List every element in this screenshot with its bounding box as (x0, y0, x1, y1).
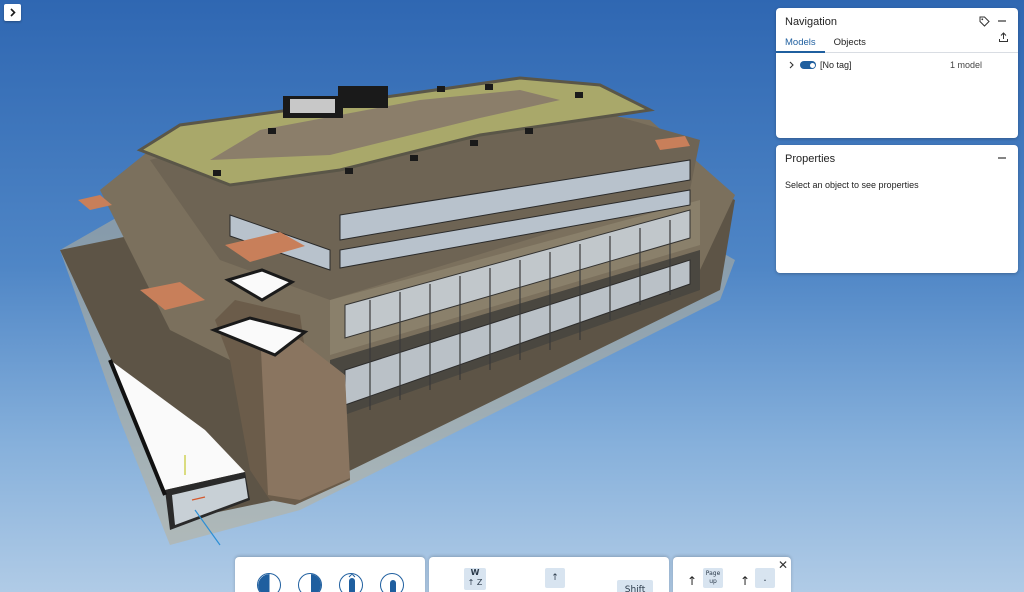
tab-models[interactable]: Models (776, 37, 825, 53)
navigation-title: Navigation (785, 15, 837, 28)
up-arrow-icon: ↑ (740, 574, 751, 588)
orbit-icon[interactable] (257, 573, 281, 592)
minimize-icon[interactable] (995, 151, 1009, 165)
tab-objects[interactable]: Objects (834, 37, 866, 52)
expand-sidebar-button[interactable] (4, 4, 21, 21)
up-arrow-icon: ↑ (687, 574, 698, 588)
properties-empty-text: Select an object to see properties (785, 180, 919, 190)
export-icon[interactable] (998, 30, 1009, 48)
key-z-arrow: ↑ (467, 578, 475, 587)
key-page-up[interactable]: Page up (703, 568, 723, 588)
keyboard-controls-toolbar: W ↑ Z ↑ Shift (429, 557, 669, 592)
tree-label: [No tag] (820, 60, 852, 70)
key-up[interactable]: ↑ (545, 568, 565, 588)
properties-panel: Properties Select an object to see prope… (776, 145, 1018, 273)
navigation-header: Navigation (776, 8, 1018, 34)
key-z-label: Z (476, 578, 483, 587)
navigation-panel: Navigation Models Objects [No tag] 1 mod… (776, 8, 1018, 138)
tree-row-no-tag[interactable]: [No tag] 1 model (776, 54, 1018, 76)
navigation-mode-toolbar (235, 557, 425, 592)
zoom-icon[interactable] (339, 573, 363, 592)
chevron-right-icon (10, 8, 16, 17)
navigation-tabs: Models Objects (776, 32, 1018, 53)
pan-icon[interactable] (298, 573, 322, 592)
properties-header: Properties (776, 145, 1018, 171)
chevron-right-icon[interactable] (785, 61, 797, 69)
elevation-toolbar: ↑ Page up ↑ . ✕ (673, 557, 791, 592)
minimize-icon[interactable] (995, 14, 1009, 28)
key-shift[interactable]: Shift (617, 580, 653, 592)
walk-icon[interactable] (380, 573, 404, 592)
close-icon[interactable]: ✕ (778, 559, 788, 571)
key-page-up-line1: Page (705, 570, 721, 577)
key-period[interactable]: . (755, 568, 775, 588)
tag-icon[interactable] (977, 14, 991, 28)
visibility-toggle[interactable] (800, 61, 816, 69)
key-w-label: W (470, 568, 480, 577)
key-page-up-line2: up (709, 578, 717, 585)
model-count: 1 model (949, 60, 982, 70)
properties-title: Properties (785, 152, 836, 165)
key-w-z[interactable]: W ↑ Z (464, 568, 486, 590)
